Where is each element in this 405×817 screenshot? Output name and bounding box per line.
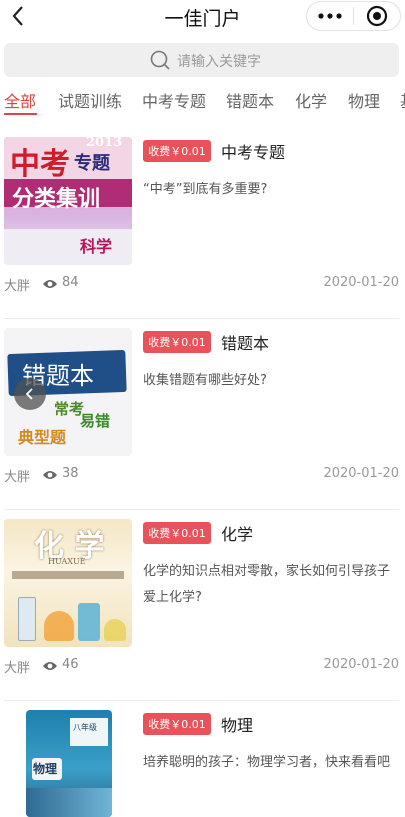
search-placeholder: 请输入关键字 [177, 54, 261, 70]
article-card[interactable]: 错题本 常考 易错 典型题 收费￥0.01 错题本 收集错题有哪些好处? 大胖 … [4, 320, 399, 510]
article-meta: 大胖 46 2020-01-20 [4, 657, 399, 677]
price-badge: 收费￥0.01 [143, 331, 211, 353]
eye-icon [42, 660, 58, 676]
article-title[interactable]: 错题本 [221, 330, 269, 354]
tab-zhongkao[interactable]: 中考专题 [142, 88, 206, 112]
price-badge: 收费￥0.01 [143, 713, 211, 735]
article-desc: 化学的知识点相对零散，家长如何引导孩子爱上化学? [143, 564, 391, 605]
article-thumbnail: 八年级 物理 [26, 710, 112, 817]
view-count: 84 [62, 275, 79, 290]
article-title[interactable]: 物理 [221, 712, 253, 736]
author-name: 大胖 [4, 661, 31, 676]
article-card[interactable]: 中考 专题 2013 分类集训 科学 收费￥0.01 中考专题 “中考”到底有多… [4, 129, 399, 319]
tab-more[interactable]: 基 [400, 88, 405, 112]
article-meta: 大胖 38 2020-01-20 [4, 466, 399, 486]
article-thumbnail: 错题本 常考 易错 典型题 [4, 328, 132, 456]
publish-date: 2020-01-20 [323, 275, 399, 290]
thumb-text: 中考 [10, 147, 70, 182]
article-meta: 大胖 84 2020-01-20 [4, 275, 399, 295]
article-desc: 培养聪明的孩子：物理学习者，快来看看吧 [143, 755, 391, 770]
view-count: 46 [62, 657, 79, 672]
tab-chemistry[interactable]: 化学 [295, 88, 327, 112]
nav-bar: 一佳门户 [0, 0, 405, 34]
category-tabs: 全部 试题训练 中考专题 错题本 化学 物理 基 [0, 84, 405, 118]
tab-exercises[interactable]: 试题训练 [58, 88, 122, 112]
thumb-text: 科学 [80, 237, 113, 256]
carousel-prev-icon[interactable] [14, 378, 46, 410]
search-bar[interactable]: 请输入关键字 [4, 43, 399, 77]
thumb-text: 易错 [80, 412, 111, 430]
active-tab-indicator [4, 113, 37, 115]
thumb-year: 2013 [86, 137, 123, 150]
article-desc: “中考”到底有多重要? [143, 182, 268, 197]
author-name: 大胖 [4, 279, 31, 294]
article-title[interactable]: 化学 [221, 521, 253, 545]
tab-physics[interactable]: 物理 [348, 88, 380, 112]
article-card[interactable]: 化 学 HUAXUE 收费￥0.01 化学 化学的知识点相对零散，家长如何引导孩… [4, 511, 399, 701]
thumb-text: HUAXUE [48, 557, 86, 566]
thumb-text: 分类集训 [12, 186, 101, 212]
article-thumbnail: 化 学 HUAXUE [4, 519, 132, 647]
article-title[interactable]: 中考专题 [221, 139, 285, 163]
close-target-icon[interactable] [354, 2, 400, 30]
thumb-text: 物理 [33, 762, 58, 776]
price-badge: 收费￥0.01 [143, 140, 211, 162]
tab-mistakes[interactable]: 错题本 [226, 88, 274, 112]
publish-date: 2020-01-20 [323, 657, 399, 672]
eye-icon [42, 278, 58, 294]
more-dots-icon[interactable] [307, 2, 353, 30]
thumb-text: 专题 [74, 153, 110, 174]
author-name: 大胖 [4, 470, 31, 485]
thumb-text: 典型题 [18, 428, 67, 447]
article-card[interactable]: 八年级 物理 收费￥0.01 物理 培养聪明的孩子：物理学习者，快来看看吧 [4, 702, 399, 817]
eye-icon [42, 469, 58, 485]
mini-program-capsule [306, 1, 401, 31]
price-badge: 收费￥0.01 [143, 522, 211, 544]
tab-all[interactable]: 全部 [4, 88, 36, 112]
view-count: 38 [62, 466, 79, 481]
article-desc: 收集错题有哪些好处? [143, 373, 267, 388]
article-thumbnail: 中考 专题 2013 分类集训 科学 [4, 137, 132, 265]
thumb-text: 八年级 [73, 723, 97, 732]
publish-date: 2020-01-20 [323, 466, 399, 481]
search-icon [150, 50, 170, 74]
